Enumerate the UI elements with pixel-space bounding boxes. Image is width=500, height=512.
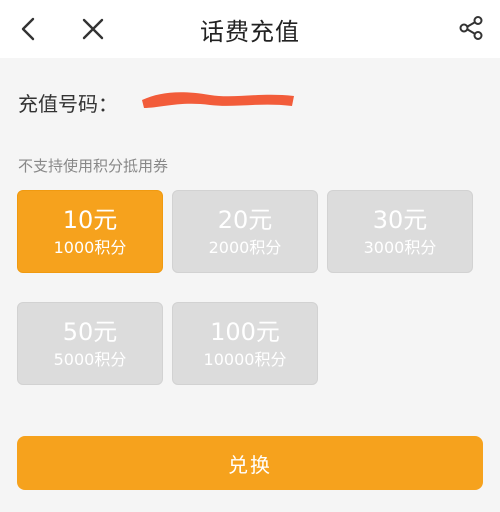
option-amount: 30元 (372, 205, 428, 234)
option-amount: 20元 (217, 205, 273, 234)
share-button[interactable] (456, 13, 486, 43)
option-points: 3000积分 (363, 237, 437, 257)
phone-number-redaction (142, 92, 294, 108)
share-icon (459, 16, 483, 40)
option-points: 2000积分 (208, 237, 282, 257)
option-points: 1000积分 (53, 237, 127, 257)
option-points: 5000积分 (53, 349, 127, 369)
phone-number-label: 充值号码： (18, 91, 118, 116)
recharge-option-30[interactable]: 30元 3000积分 (327, 190, 473, 273)
phone-number-row: 充值号码： (18, 86, 118, 118)
exchange-button[interactable]: 兑换 (17, 436, 483, 490)
option-amount: 10元 (62, 205, 118, 234)
option-amount: 100元 (210, 317, 280, 346)
recharge-option-100[interactable]: 100元 10000积分 (172, 302, 318, 385)
option-amount: 50元 (62, 317, 118, 346)
option-points: 10000积分 (203, 349, 287, 369)
top-bar: 话费充值 (0, 0, 500, 58)
recharge-option-10[interactable]: 10元 1000积分 (17, 190, 163, 273)
page-title: 话费充值 (200, 18, 300, 46)
recharge-option-20[interactable]: 20元 2000积分 (172, 190, 318, 273)
notice-text: 不支持使用积分抵用券 (18, 157, 169, 175)
recharge-option-50[interactable]: 50元 5000积分 (17, 302, 163, 385)
